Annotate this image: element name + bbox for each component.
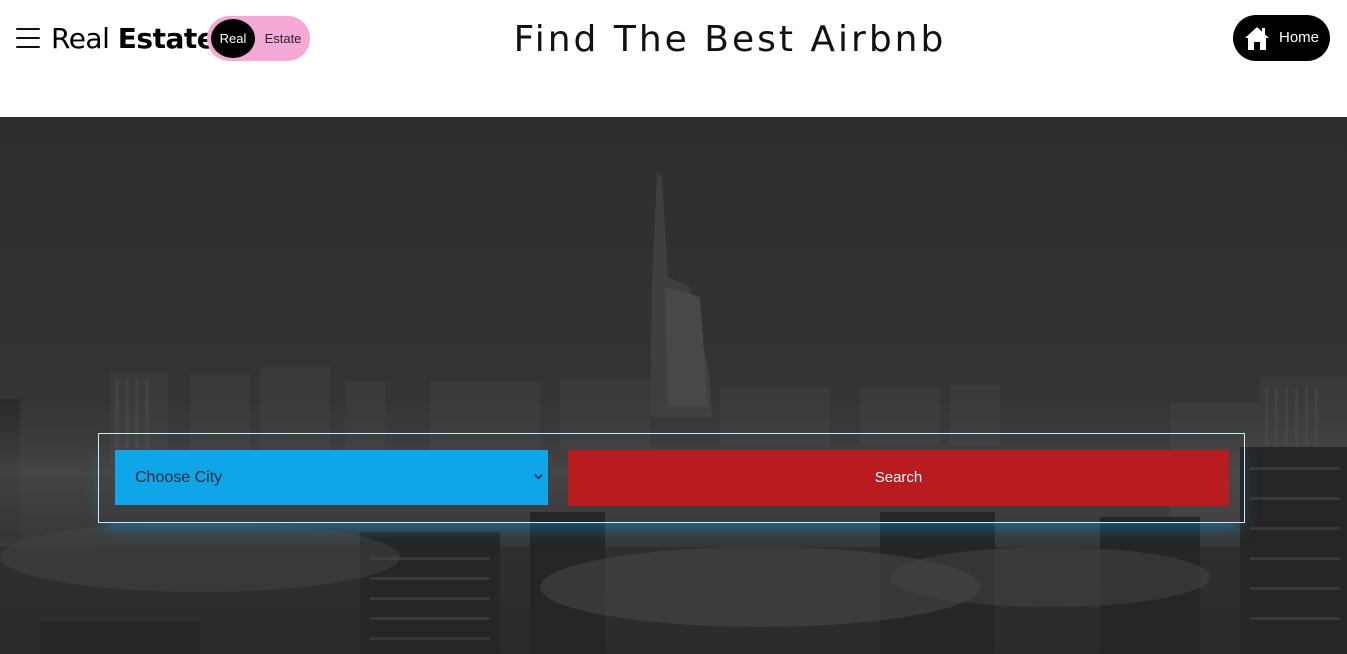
hero-section: Choose City Search: [0, 117, 1347, 654]
page-title: Find The Best Airbnb: [513, 19, 947, 60]
city-select-value: Choose City: [135, 469, 223, 486]
toggle-active-label: Real: [219, 31, 247, 46]
hamburger-menu-icon[interactable]: [16, 27, 40, 49]
home-button-label: Home: [1279, 29, 1320, 46]
house-icon: [1245, 27, 1269, 50]
brand-logo[interactable]: Real Estate: [51, 20, 216, 58]
home-button[interactable]: Home: [1233, 15, 1330, 61]
real-estate-toggle[interactable]: Real Estate: [207, 16, 310, 61]
search-button[interactable]: Search: [568, 450, 1229, 506]
city-skyline-background: [0, 117, 1347, 654]
toggle-inactive-label: Estate: [264, 31, 302, 46]
search-form: Choose City Search: [98, 433, 1245, 523]
chevron-down-icon: [534, 474, 543, 480]
city-select[interactable]: Choose City: [115, 450, 548, 505]
brand-light-text: Real: [51, 22, 110, 55]
brand-bold-text: Estate: [117, 22, 216, 55]
top-header: Real Estate Real Estate Find The Best Ai…: [0, 0, 1347, 117]
